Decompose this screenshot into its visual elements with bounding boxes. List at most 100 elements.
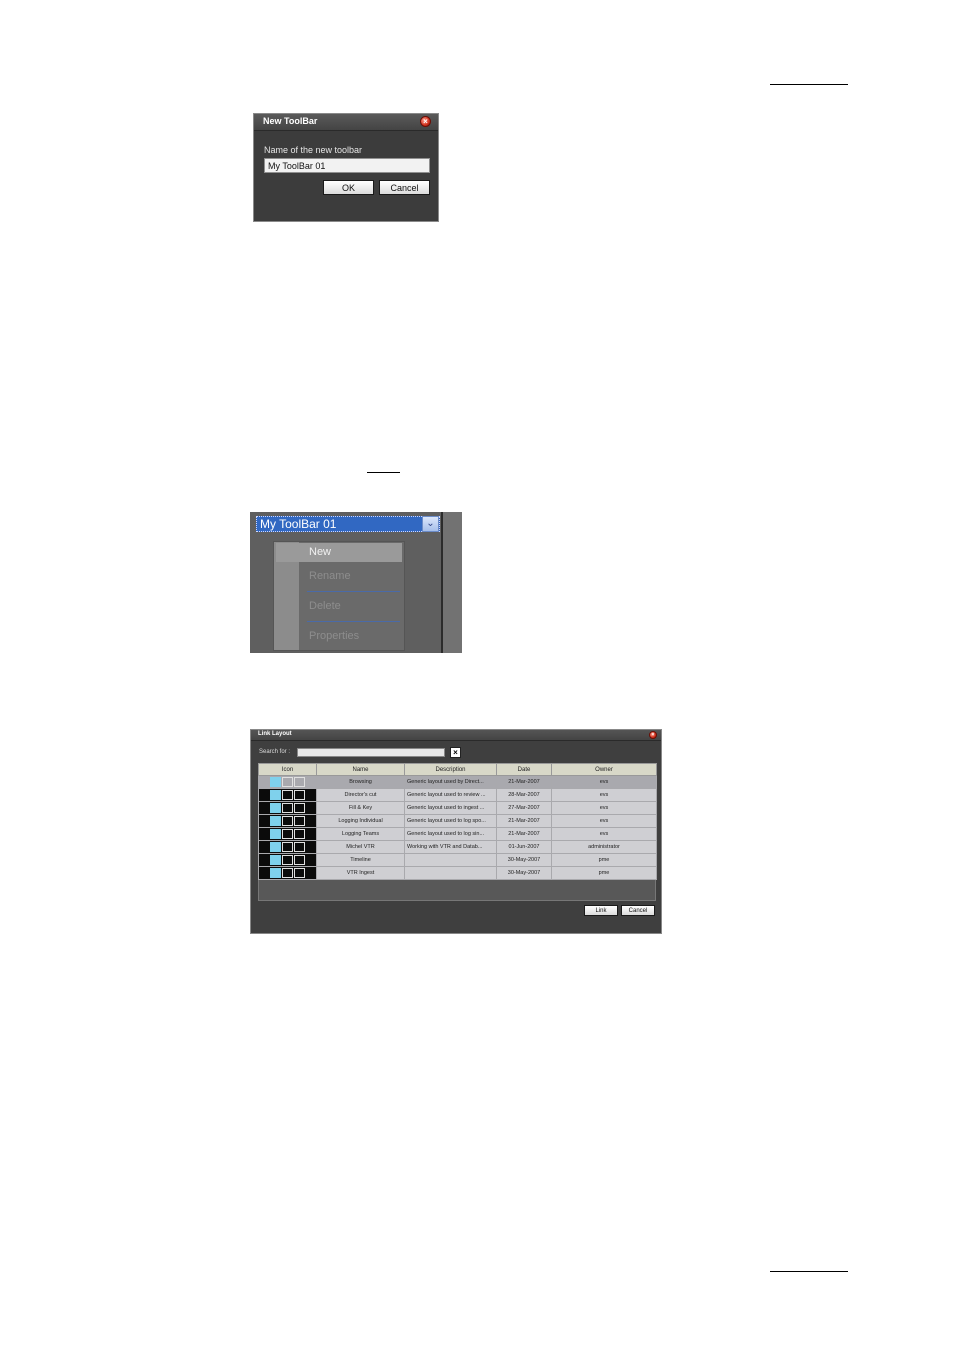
- cancel-button[interactable]: Cancel: [621, 905, 655, 916]
- layout-name-cell: Fill & Key: [316, 801, 405, 815]
- layout-description-cell: Generic layout used to log spo...: [404, 814, 497, 828]
- dialog-title: Link Layout: [258, 731, 292, 737]
- layout-date-cell: 01-Jun-2007: [496, 840, 552, 854]
- layout-date-cell: 21-Mar-2007: [496, 814, 552, 828]
- layout-date-cell: 21-Mar-2007: [496, 827, 552, 841]
- layout-table: Icon Name Description Date Owner Browsin…: [258, 763, 657, 880]
- table-header: Icon Name Description Date Owner: [258, 763, 657, 776]
- layout-icons-cell: [258, 801, 317, 815]
- layout-icon: [294, 777, 305, 787]
- table-row[interactable]: Timeline 30-May-2007 pme: [258, 853, 657, 867]
- layout-icon: [294, 842, 305, 852]
- column-header[interactable]: Owner: [551, 763, 657, 776]
- layout-icon: [282, 842, 293, 852]
- layout-icon: [270, 842, 281, 852]
- link-button[interactable]: Link: [584, 905, 618, 916]
- layout-date-cell: 28-Mar-2007: [496, 788, 552, 802]
- table-row[interactable]: Fill & Key Generic layout used to ingest …: [258, 801, 657, 815]
- header-rule: [770, 84, 848, 85]
- layout-icon: [282, 816, 293, 826]
- footer-rule: [770, 1271, 848, 1272]
- menu-item-label: New: [309, 546, 332, 558]
- table-row[interactable]: Browsing Generic layout used by Direct...…: [258, 775, 657, 789]
- layout-name-cell: Logging Teams: [316, 827, 405, 841]
- layout-icon: [294, 803, 305, 813]
- layout-date-cell: 30-May-2007: [496, 853, 552, 867]
- layout-name-cell: Director's cut: [316, 788, 405, 802]
- cancel-button[interactable]: Cancel: [379, 180, 430, 195]
- layout-icon: [270, 829, 281, 839]
- layout-icon: [282, 829, 293, 839]
- table-row[interactable]: VTR Ingest 30-May-2007 pme: [258, 866, 657, 880]
- layout-description-cell: [404, 853, 497, 867]
- layout-owner-cell: evs: [551, 827, 657, 841]
- layout-icons-cell: [258, 814, 317, 828]
- layout-name-cell: Michel VTR: [316, 840, 405, 854]
- close-icon[interactable]: ×: [649, 731, 657, 739]
- toolbar-dropdown-screenshot: My ToolBar 01 ⌄ New Rename Delete Proper…: [250, 512, 462, 653]
- layout-icon: [270, 868, 281, 878]
- layout-icons-cell: [258, 866, 317, 880]
- layout-name-cell: Browsing: [316, 775, 405, 789]
- menu-item-delete[interactable]: Delete: [309, 600, 341, 612]
- text-underline: [367, 472, 400, 473]
- layout-icon: [270, 777, 281, 787]
- layout-icons-cell: [258, 840, 317, 854]
- new-toolbar-dialog: New ToolBar × Name of the new toolbar My…: [253, 113, 439, 222]
- link-layout-dialog: Link Layout × Search for : × Icon Name D…: [250, 729, 662, 934]
- menu-separator: [307, 621, 400, 622]
- layout-owner-cell: pme: [551, 853, 657, 867]
- layout-icon: [282, 777, 293, 787]
- layout-owner-cell: evs: [551, 801, 657, 815]
- layout-owner-cell: pme: [551, 866, 657, 880]
- layout-icon: [294, 790, 305, 800]
- close-icon[interactable]: ×: [420, 116, 431, 127]
- layout-icon: [294, 816, 305, 826]
- column-header[interactable]: Name: [316, 763, 405, 776]
- layout-owner-cell: evs: [551, 814, 657, 828]
- toolbar-name-label: Name of the new toolbar: [264, 145, 363, 155]
- clear-search-icon[interactable]: ×: [450, 747, 461, 758]
- layout-date-cell: 30-May-2007: [496, 866, 552, 880]
- layout-owner-cell: evs: [551, 788, 657, 802]
- layout-icon: [270, 790, 281, 800]
- layout-icons-cell: [258, 788, 317, 802]
- layout-grid: Icon Name Description Date Owner Browsin…: [258, 763, 657, 901]
- layout-description-cell: Generic layout used to ingest ...: [404, 801, 497, 815]
- layout-description-cell: Generic layout used to review ...: [404, 788, 497, 802]
- layout-icon: [282, 803, 293, 813]
- layout-icon: [294, 868, 305, 878]
- layout-icon: [270, 855, 281, 865]
- layout-description-cell: Working with VTR and Datab...: [404, 840, 497, 854]
- layout-owner-cell: administrator: [551, 840, 657, 854]
- toolbar-menu: New Rename Delete Properties: [273, 541, 405, 651]
- table-row[interactable]: Director's cut Generic layout used to rev…: [258, 788, 657, 802]
- layout-icon: [270, 803, 281, 813]
- toolbar-select[interactable]: My ToolBar 01: [256, 516, 440, 532]
- layout-icon: [270, 816, 281, 826]
- layout-date-cell: 27-Mar-2007: [496, 801, 552, 815]
- layout-description-cell: Generic layout used by Direct...: [404, 775, 497, 789]
- layout-owner-cell: evs: [551, 775, 657, 789]
- search-input[interactable]: [297, 748, 445, 757]
- column-header[interactable]: Date: [496, 763, 552, 776]
- layout-icon: [294, 855, 305, 865]
- panel-side: [443, 512, 462, 653]
- table-row[interactable]: Michel VTR Working with VTR and Datab... 0…: [258, 840, 657, 854]
- search-label: Search for :: [259, 749, 291, 755]
- dialog-title: New ToolBar: [263, 116, 318, 126]
- menu-item-properties[interactable]: Properties: [309, 630, 359, 642]
- column-header[interactable]: Description: [404, 763, 497, 776]
- toolbar-name-input[interactable]: My ToolBar 01: [264, 158, 430, 173]
- ok-button[interactable]: OK: [323, 180, 374, 195]
- chevron-down-icon[interactable]: ⌄: [422, 516, 439, 532]
- column-header[interactable]: Icon: [258, 763, 317, 776]
- table-row[interactable]: Logging Teams Generic layout used to log …: [258, 827, 657, 841]
- layout-name-cell: Timeline: [316, 853, 405, 867]
- table-row[interactable]: Logging Individual Generic layout used to…: [258, 814, 657, 828]
- layout-date-cell: 21-Mar-2007: [496, 775, 552, 789]
- menu-item-rename[interactable]: Rename: [309, 570, 351, 582]
- menu-item-new[interactable]: New: [276, 543, 402, 562]
- layout-description-cell: Generic layout used to log sin...: [404, 827, 497, 841]
- layout-icon: [282, 790, 293, 800]
